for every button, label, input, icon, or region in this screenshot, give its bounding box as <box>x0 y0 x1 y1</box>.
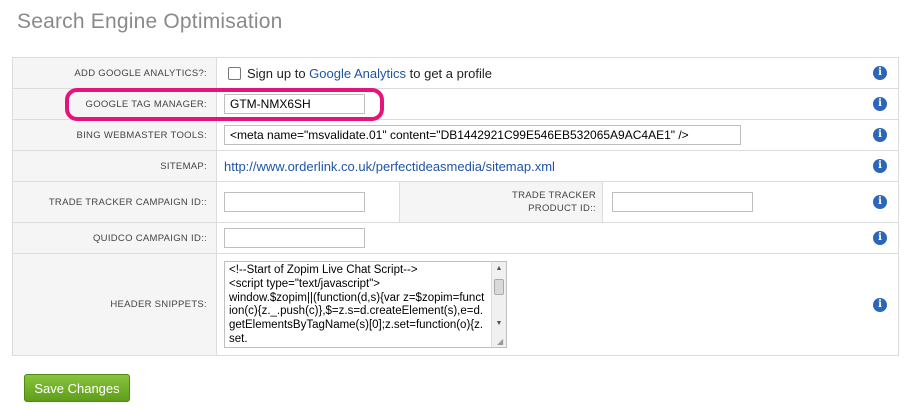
row-trade-tracker: TRADE TRACKER CAMPAIGN ID:: TRADE TRACKE… <box>13 182 898 223</box>
seo-form: ADD GOOGLE ANALYTICS?: Sign up to Google… <box>12 57 899 356</box>
row-sitemap: SITEMAP: http://www.orderlink.co.uk/perf… <box>13 151 898 182</box>
google-analytics-link[interactable]: Google Analytics <box>309 66 406 81</box>
row-quidco: QUIDCO CAMPAIGN ID:: i <box>13 223 898 254</box>
google-analytics-checkbox[interactable] <box>228 66 241 80</box>
bing-webmaster-tools-label: BING WEBMASTER TOOLS: <box>13 120 217 150</box>
trade-tracker-product-label: TRADE TRACKER PRODUCT ID:: <box>399 182 603 222</box>
info-icon[interactable]: i <box>873 195 887 209</box>
sitemap-link[interactable]: http://www.orderlink.co.uk/perfectideasm… <box>224 159 555 174</box>
info-icon[interactable]: i <box>873 159 887 173</box>
save-changes-button[interactable]: Save Changes <box>24 374 130 402</box>
trade-tracker-campaign-input[interactable] <box>224 192 365 212</box>
header-snippets-text[interactable]: <!--Start of Zopim Live Chat Script--> <… <box>225 262 490 347</box>
header-snippets-label: HEADER SNIPPETS: <box>13 254 217 355</box>
header-snippets-textarea[interactable]: <!--Start of Zopim Live Chat Script--> <… <box>224 261 507 348</box>
scroll-up-icon[interactable]: ▲ <box>492 262 506 276</box>
google-analytics-text-after: to get a profile <box>409 65 493 81</box>
info-icon[interactable]: i <box>873 97 887 111</box>
google-tag-manager-label: GOOGLE TAG MANAGER: <box>13 89 217 119</box>
info-icon[interactable]: i <box>873 128 887 142</box>
row-header-snippets: HEADER SNIPPETS: <!--Start of Zopim Live… <box>13 254 898 356</box>
info-icon[interactable]: i <box>873 66 887 80</box>
google-tag-manager-input[interactable] <box>224 94 365 114</box>
google-analytics-text: Sign up to Google Analytics to get a pro… <box>247 66 492 81</box>
trade-tracker-product-input[interactable] <box>612 192 753 212</box>
trade-tracker-product-label-line1: TRADE TRACKER <box>512 190 596 201</box>
scroll-down-icon[interactable]: ▼ <box>492 317 506 331</box>
quidco-campaign-input[interactable] <box>224 228 365 248</box>
info-icon[interactable]: i <box>873 297 887 312</box>
trade-tracker-campaign-label: TRADE TRACKER CAMPAIGN ID:: <box>13 182 217 222</box>
google-analytics-text-before: Sign up to <box>247 65 306 81</box>
trade-tracker-product-label-line2: PRODUCT ID:: <box>528 203 596 214</box>
resize-grip-icon[interactable]: ◢ <box>497 338 505 346</box>
row-bing-webmaster-tools: BING WEBMASTER TOOLS: i <box>13 120 898 151</box>
bing-webmaster-tools-input[interactable] <box>224 125 741 145</box>
page-title: Search Engine Optimisation <box>17 10 283 33</box>
info-icon[interactable]: i <box>873 231 887 245</box>
scroll-thumb[interactable] <box>494 279 504 295</box>
row-google-analytics: ADD GOOGLE ANALYTICS?: Sign up to Google… <box>13 58 898 89</box>
row-google-tag-manager: GOOGLE TAG MANAGER: i <box>13 89 898 120</box>
sitemap-label: SITEMAP: <box>13 151 217 181</box>
quidco-campaign-label: QUIDCO CAMPAIGN ID:: <box>13 223 217 253</box>
google-analytics-label: ADD GOOGLE ANALYTICS?: <box>13 58 217 88</box>
textarea-scrollbar[interactable]: ▲ ▼ <box>491 262 506 347</box>
